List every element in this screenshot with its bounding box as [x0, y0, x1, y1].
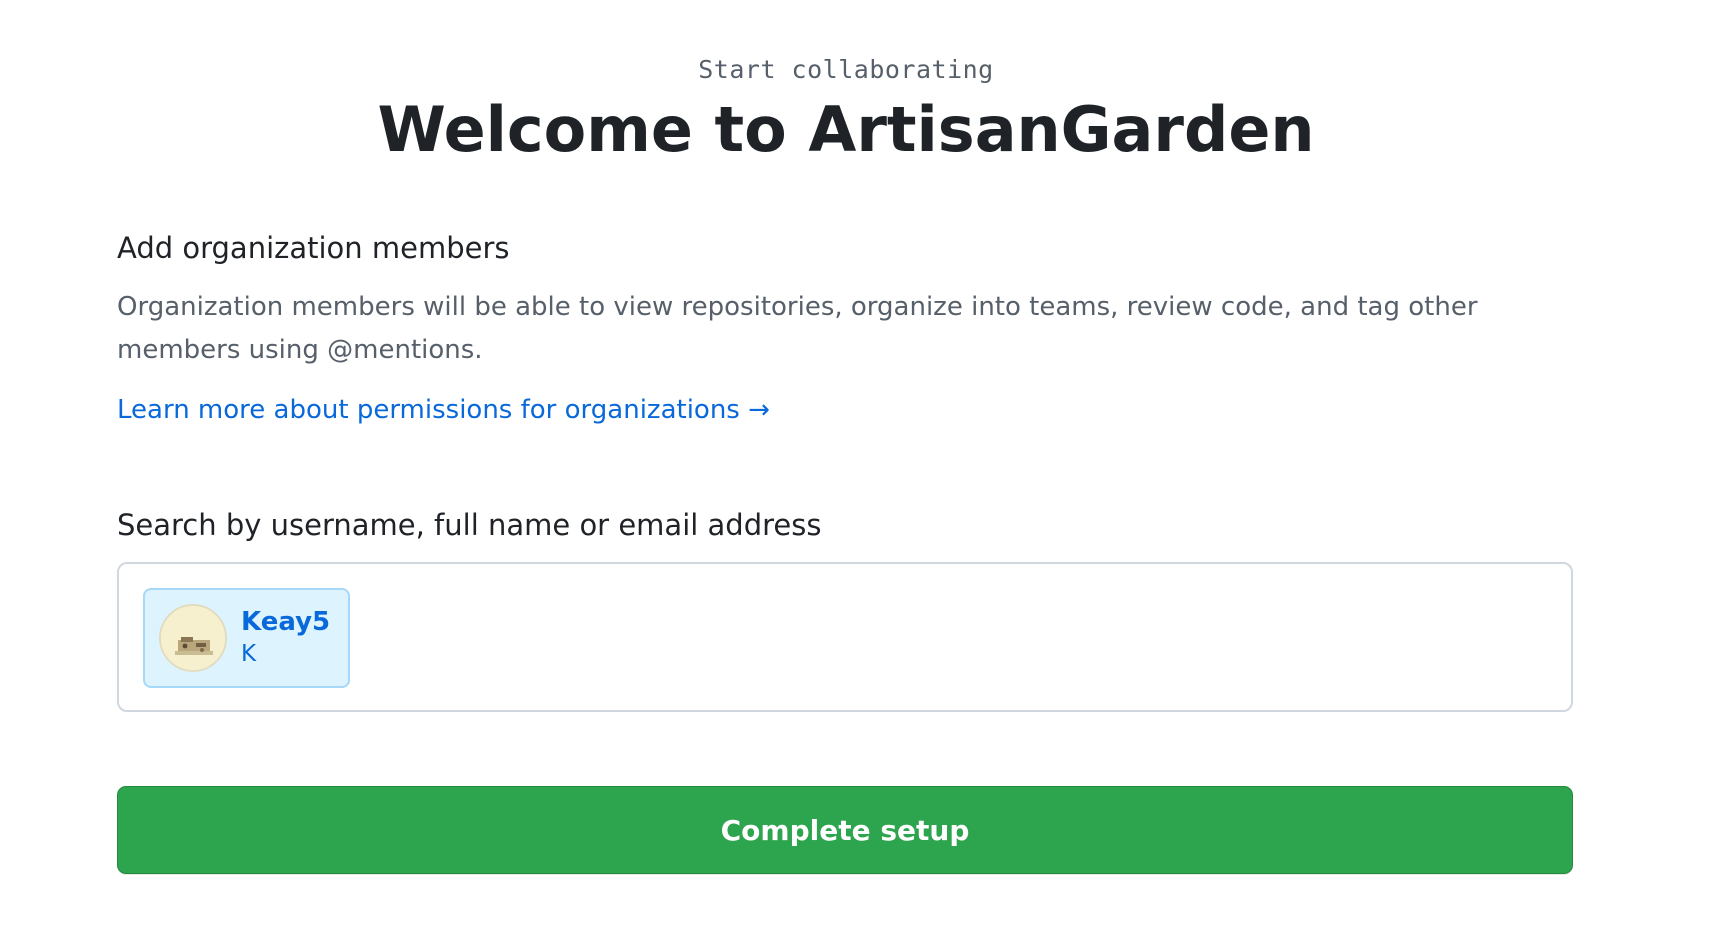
member-full-name: K — [241, 641, 257, 667]
complete-setup-button[interactable]: Complete setup — [117, 786, 1573, 874]
member-username: Keay5 — [241, 607, 331, 637]
search-label: Search by username, full name or email a… — [117, 508, 822, 542]
section-description: Organization members will be able to vie… — [117, 292, 1478, 365]
members-form: Add organization members Organization me… — [117, 230, 1575, 874]
member-search-input[interactable]: Keay5 K — [117, 562, 1573, 712]
welcome-header: Start collaborating Welcome to ArtisanGa… — [0, 55, 1692, 169]
selected-member-chip[interactable]: Keay5 K — [143, 588, 351, 688]
member-chip-text: Keay5 K — [241, 606, 330, 670]
section-heading: Add organization members — [117, 231, 510, 265]
page-title: Welcome to ArtisanGarden — [377, 93, 1315, 166]
user-avatar-icon — [159, 604, 227, 672]
eyebrow-text: Start collaborating — [698, 55, 994, 84]
learn-more-permissions-link[interactable]: Learn more about permissions for organiz… — [117, 392, 770, 428]
